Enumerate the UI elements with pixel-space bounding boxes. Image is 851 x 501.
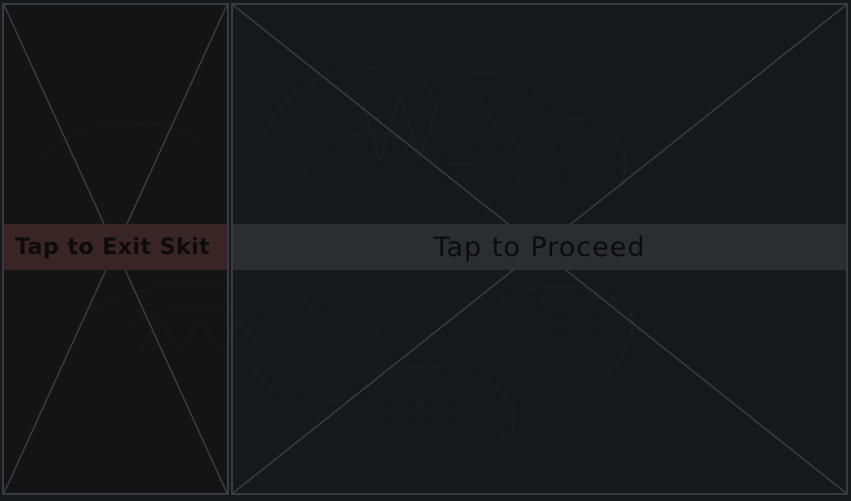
exit-skit-zone[interactable]: Tap to Exit Skit bbox=[2, 3, 229, 495]
proceed-zone[interactable]: Tap to Proceed bbox=[231, 3, 848, 495]
skit-screen: SKIT Tap to Exit Skit Tap to Proceed bbox=[0, 0, 851, 501]
proceed-button[interactable]: Tap to Proceed bbox=[233, 224, 846, 270]
exit-skit-button[interactable]: Tap to Exit Skit bbox=[4, 224, 227, 270]
exit-skit-label: Tap to Exit Skit bbox=[15, 234, 211, 260]
proceed-label: Tap to Proceed bbox=[433, 231, 646, 263]
